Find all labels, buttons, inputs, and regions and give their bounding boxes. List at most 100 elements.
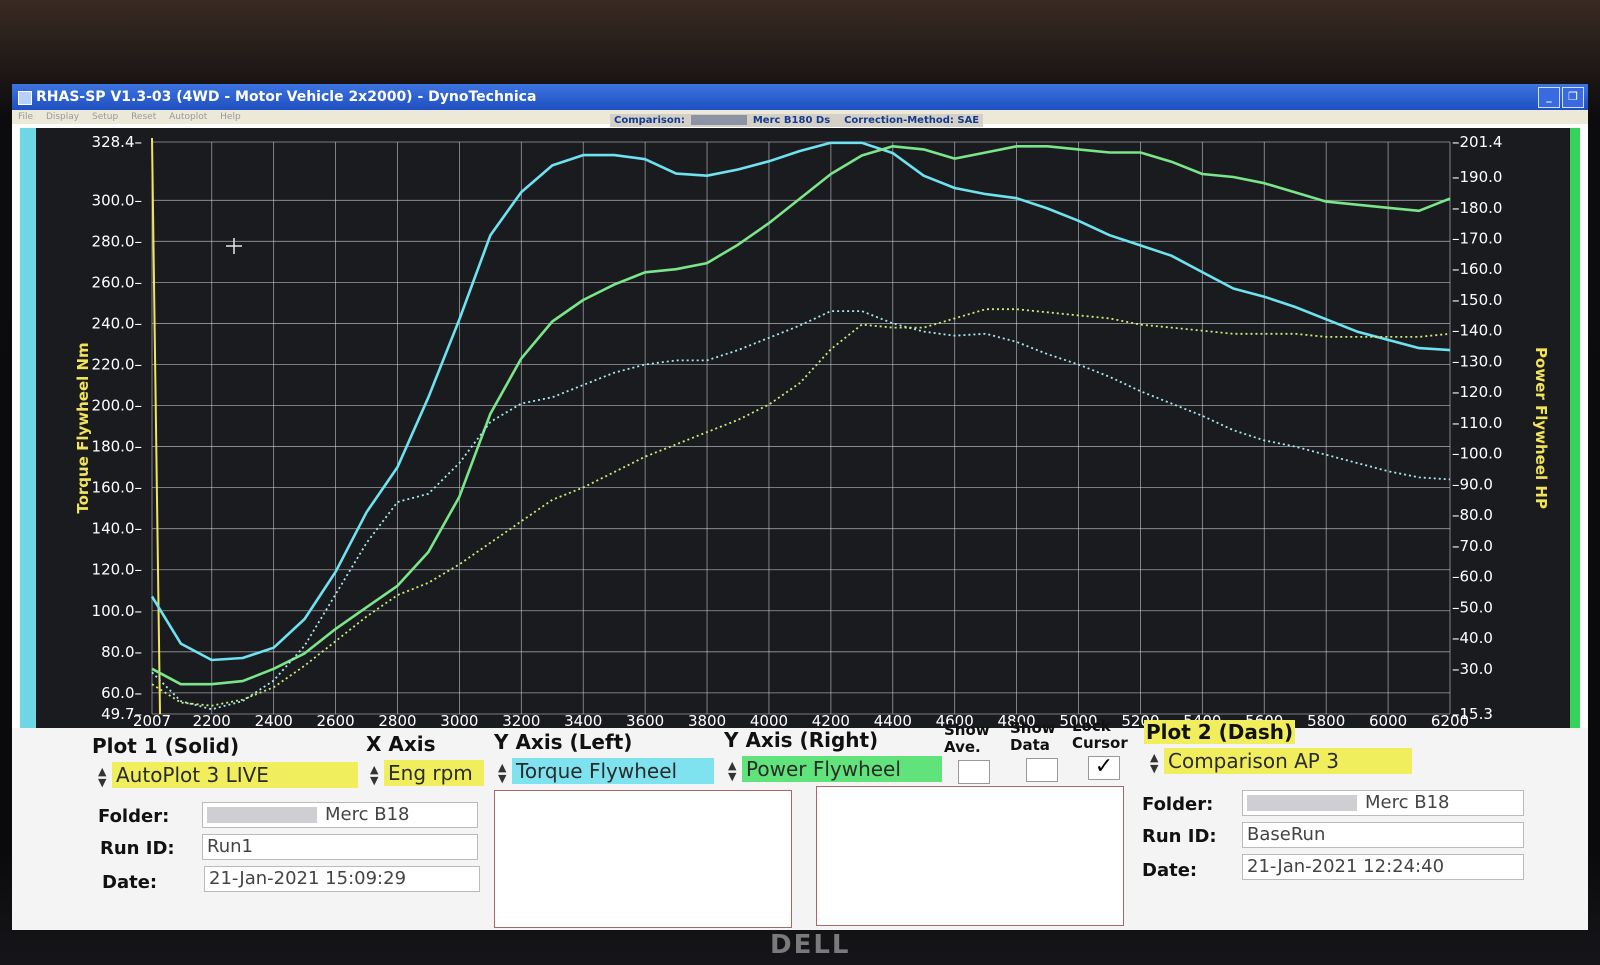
comparison-vehicle: Merc B180 Ds — [752, 115, 831, 126]
plot2-select[interactable]: Comparison AP 3 — [1164, 748, 1412, 774]
y-left-tick-label: 240.0– — [92, 314, 142, 332]
plot2-run-id-field[interactable]: BaseRun — [1242, 822, 1524, 848]
y-right-tick-label: –130.0 — [1452, 352, 1502, 370]
y-left-tick-label: 80.0– — [101, 643, 142, 661]
y-left-tick-label: 100.0– — [92, 602, 142, 620]
redacted-folder-name-2 — [1247, 795, 1357, 811]
control-panel: Plot 1 (Solid) ▲ ▼ AutoPlot 3 LIVE X Axis… — [12, 718, 1588, 930]
series-line-0 — [150, 141, 1451, 662]
y-left-tick-label: 140.0– — [92, 520, 142, 538]
plot2-title: Plot 2 (Dash) — [1144, 720, 1296, 744]
y-right-tick-label: –110.0 — [1452, 414, 1502, 432]
x-axis-spinner[interactable]: ▲ ▼ — [370, 764, 378, 786]
left-axis-color-bar — [20, 128, 36, 728]
y-left-tick-label: 49.7– — [101, 705, 142, 723]
plot1-run-id-label: Run ID: — [100, 838, 175, 859]
plot2-date-label: Date: — [1142, 860, 1198, 881]
show-data-label: Show Data — [1010, 719, 1056, 754]
x-tick-label: 3400 — [564, 712, 602, 728]
plot1-select[interactable]: AutoPlot 3 LIVE — [112, 762, 358, 788]
y-right-tick-label: –150.0 — [1452, 291, 1502, 309]
plot2-folder-field[interactable]: Merc B18 — [1242, 790, 1524, 816]
mouse-crosshair-icon — [226, 238, 242, 254]
plot1-run-id-field[interactable]: Run1 — [202, 834, 478, 860]
y-left-tick-label: 60.0– — [101, 684, 142, 702]
plot1-date-field: 21-Jan-2021 15:09:29 — [204, 866, 480, 892]
show-ave-checkbox[interactable] — [958, 760, 990, 784]
x-tick-label: 4000 — [750, 712, 788, 728]
x-tick-label: 2600 — [316, 712, 354, 728]
menu-reset[interactable]: Reset — [131, 112, 156, 122]
x-tick-label: 2800 — [378, 712, 416, 728]
series-line-3 — [151, 308, 1451, 707]
correction-method: Correction-Method: SAE — [844, 115, 980, 126]
rpm-cursor-line — [151, 137, 161, 715]
x-axis-select[interactable]: Eng rpm — [384, 760, 484, 786]
y-left-tick-label: 120.0– — [92, 561, 142, 579]
y-left-axis-label: Torque Flywheel Nm — [74, 342, 92, 513]
plot1-folder-field[interactable]: Merc B18 — [202, 802, 478, 828]
y-right-select[interactable]: Power Flywheel — [742, 756, 942, 782]
app-icon — [18, 91, 32, 105]
show-data-checkbox[interactable] — [1026, 758, 1058, 782]
plot2-notes-panel — [816, 786, 1124, 926]
x-tick-label: 5800 — [1307, 712, 1345, 728]
series-line-2 — [151, 310, 1451, 711]
menu-display[interactable]: Display — [46, 112, 79, 122]
plot1-title: Plot 1 (Solid) — [92, 734, 240, 758]
y-left-tick-label: 200.0– — [92, 397, 142, 415]
y-right-tick-label: –30.0 — [1452, 660, 1493, 678]
y-left-tick-label: 220.0– — [92, 355, 142, 373]
y-left-tick-label: 260.0– — [92, 273, 142, 291]
x-tick-label: 4400 — [874, 712, 912, 728]
minimize-button[interactable]: _ — [1538, 87, 1560, 108]
y-right-tick-label: –90.0 — [1452, 475, 1493, 493]
x-tick-label: 2400 — [255, 712, 293, 728]
redacted-folder-name — [207, 807, 317, 823]
x-axis-title: X Axis — [366, 732, 436, 756]
menu-setup[interactable]: Setup — [92, 112, 118, 122]
plot1-spinner[interactable]: ▲ ▼ — [98, 766, 106, 788]
y-left-title: Y Axis (Left) — [494, 730, 633, 754]
x-tick-label: 3000 — [440, 712, 478, 728]
lock-cursor-label: Lock Cursor — [1072, 717, 1128, 752]
x-tick-label: 3800 — [688, 712, 726, 728]
y-left-tick-label: 300.0– — [92, 191, 142, 209]
x-tick-label: 6000 — [1369, 712, 1407, 728]
y-right-tick-label: –80.0 — [1452, 506, 1493, 524]
y-left-spinner[interactable]: ▲ ▼ — [498, 762, 506, 784]
lock-cursor-checkbox[interactable]: ✓ — [1088, 756, 1120, 780]
menu-file[interactable]: File — [18, 112, 33, 122]
y-right-tick-label: –201.4 — [1452, 133, 1502, 151]
dyno-chart[interactable]: 2007 2200 2400 2600 2800 3000 3200 3400 3600 3800… — [36, 128, 1570, 728]
x-tick-label: 3600 — [626, 712, 664, 728]
plot2-run-id-label: Run ID: — [1142, 826, 1217, 847]
y-right-axis-label: Power Flywheel HP — [1532, 347, 1550, 509]
y-left-tick-label: 160.0– — [92, 479, 142, 497]
x-tick-label: 4200 — [812, 712, 850, 728]
y-right-tick-label: –15.3 — [1452, 705, 1493, 723]
show-ave-label: Show Ave. — [944, 721, 990, 756]
y-right-tick-label: –180.0 — [1452, 199, 1502, 217]
y-left-select[interactable]: Torque Flywheel — [512, 758, 714, 784]
y-right-tick-label: –120.0 — [1452, 383, 1502, 401]
plot2-date-field: 21-Jan-2021 12:24:40 — [1242, 854, 1524, 880]
app-window: RHAS-SP V1.3-03 (4WD - Motor Vehicle 2x2… — [12, 84, 1588, 930]
dyno-plot-area: 2007 2200 2400 2600 2800 3000 3200 3400 3600 3800… — [20, 128, 1580, 728]
plot2-spinner[interactable]: ▲ ▼ — [1150, 752, 1158, 774]
y-right-tick-label: –160.0 — [1452, 260, 1502, 278]
restore-button[interactable]: ❐ — [1562, 87, 1584, 108]
window-title: RHAS-SP V1.3-03 (4WD - Motor Vehicle 2x2… — [36, 89, 537, 105]
y-right-tick-label: –50.0 — [1452, 598, 1493, 616]
monitor-brand-logo: DELL — [770, 930, 851, 960]
menu-help[interactable]: Help — [220, 112, 241, 122]
comparison-bar: Comparison: Merc B180 Ds Correction-Metho… — [610, 114, 984, 127]
plot1-folder-label: Folder: — [98, 806, 170, 827]
series-line-1 — [151, 145, 1451, 686]
y-right-tick-label: –170.0 — [1452, 230, 1502, 248]
menu-autoplot[interactable]: Autoplot — [169, 112, 207, 122]
redacted-folder — [690, 115, 747, 125]
plot2-folder-label: Folder: — [1142, 794, 1214, 815]
y-right-tick-label: –190.0 — [1452, 168, 1502, 186]
y-right-spinner[interactable]: ▲ ▼ — [728, 760, 736, 782]
